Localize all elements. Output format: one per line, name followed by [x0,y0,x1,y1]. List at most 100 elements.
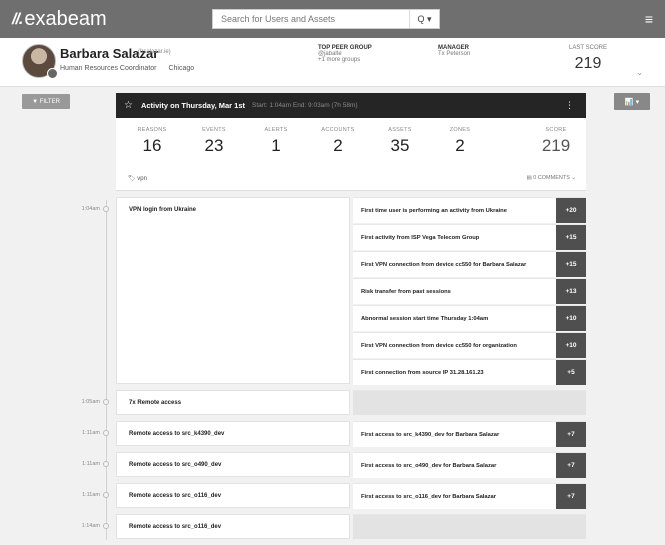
user-tag: (bsalazar.ie) [138,49,171,55]
user-subtitle: Human Resources Coordinator Chicago [60,65,194,72]
filter-button[interactable]: ▼ FILTER [22,94,70,109]
stat-score: SCORE 219 [524,127,588,156]
reason-text: First time user is performing an activit… [361,207,507,214]
reason-score-badge: +7 [556,422,586,447]
search-icon[interactable]: Q ▾ [409,10,439,28]
stat-value: 2 [333,136,343,155]
timeline-dot-icon [103,523,109,529]
more-options-icon[interactable]: ⋮ [565,100,574,111]
reason-text: Risk transfer from past sessions [361,288,451,295]
activity-stats: REASONS 16 EVENTS 23 ALERTS 1 ACCOUNTS 2 ASS… [116,118,586,191]
reason-score-badge: +10 [556,306,586,331]
top-bar: //. exabeam Search for Users and Assets … [0,0,665,38]
stat-label: EVENTS [202,127,226,133]
avatar-status-icon [47,68,58,79]
search-input[interactable]: Search for Users and Assets [213,14,409,24]
reason-item[interactable]: First access to src_o116_dev for Barbara… [353,483,586,509]
manager[interactable]: MANAGER Tx Peterson [438,45,470,57]
reason-item[interactable]: First time user is performing an activit… [353,197,586,223]
manager-value[interactable]: Tx Peterson [438,51,470,57]
chevron-down-icon[interactable]: ⌄ [636,68,643,77]
reason-item[interactable]: First access to src_o490_dev for Barbara… [353,452,586,478]
user-profile-header: Barbara Salazar (bsalazar.ie) Human Reso… [0,38,665,87]
event-card[interactable]: VPN login from Ukraine [116,197,350,384]
activity-meta: Start: 1:04am End: 9:03am (7h 58m) [252,102,358,109]
stat-label: SCORE [545,127,567,133]
stat-value: 1 [271,136,281,155]
event-time: 1:04am [81,206,100,212]
reason-text: First access to src_o116_dev for Barbara… [361,493,497,500]
reason-text: First connection from source IP 31.28.16… [361,369,484,376]
stat-alerts[interactable]: ALERTS 1 [244,127,308,156]
last-score: LAST SCORE 219 [566,45,610,73]
reason-item[interactable]: Abnormal session start time Thursday 1:0… [353,305,586,331]
timeline-dot-icon [103,461,109,467]
reason-item[interactable]: First access to src_k4390_dev for Barbar… [353,421,586,447]
stat-value: 2 [455,136,465,155]
event-time: 1:11am [82,461,100,467]
stat-assets[interactable]: ASSETS 35 [368,127,432,156]
stat-accounts[interactable]: ACCOUNTS 2 [306,127,370,156]
last-score-value: 219 [574,55,602,72]
event-time: 1:11am [82,430,100,436]
chart-view-button[interactable]: 📊 ▾ [614,93,650,110]
hamburger-menu-icon[interactable]: ≡ [645,12,653,26]
event-row: Remote access to src_o490_dev First acces… [116,452,586,479]
event-row: VPN login from Ukraine First time user is… [116,197,586,386]
reason-score-badge: +20 [556,198,586,223]
timeline-dot-icon [103,430,109,436]
logo-mark-icon: //. [12,10,23,28]
event-time: 1:11am [82,492,100,498]
event-card[interactable]: Remote access to src_o116_dev [116,514,350,539]
last-score-label: LAST SCORE [569,45,607,51]
reason-score-badge: +10 [556,333,586,358]
stat-zones[interactable]: ZONES 2 [428,127,492,156]
timeline-line [106,200,107,540]
event-card[interactable]: 7x Remote access [116,390,350,415]
reason-text: First access to src_k4390_dev for Barbar… [361,431,500,438]
reason-empty [353,390,586,415]
user-city: Chicago [168,65,195,72]
reason-item[interactable]: First VPN connection from device cc550 f… [353,251,586,277]
event-card[interactable]: Remote access to src_k4390_dev [116,421,350,446]
event-card[interactable]: Remote access to src_o490_dev [116,452,350,477]
stat-label: ACCOUNTS [321,127,355,133]
stat-value: 35 [390,136,410,155]
reason-text: First activity from ISP Vega Telecom Gro… [361,234,480,241]
timeline-dot-icon [103,399,109,405]
reason-item[interactable]: First activity from ISP Vega Telecom Gro… [353,224,586,250]
reason-item[interactable]: First connection from source IP 31.28.16… [353,359,586,385]
user-title: Human Resources Coordinator [60,65,157,72]
peer-group[interactable]: TOP PEER GROUP @jabalte +1 more groups [318,45,372,63]
peer-group-sub[interactable]: +1 more groups [318,57,372,63]
stat-reasons[interactable]: REASONS 16 [120,127,184,156]
stat-value: 219 [541,136,571,155]
vpn-tag[interactable]: 🏷 vpn [128,175,147,182]
event-card[interactable]: Remote access to src_o116_dev [116,483,350,508]
event-row: 7x Remote access [116,390,586,417]
reason-item[interactable]: First VPN connection from device cc550 f… [353,332,586,358]
reason-score-badge: +15 [556,225,586,250]
stat-label: REASONS [137,127,167,133]
tag-label: vpn [137,176,147,182]
star-icon[interactable]: ☆ [124,100,133,111]
reason-score-badge: +7 [556,453,586,478]
event-time: 1:05am [81,399,100,405]
exabeam-logo[interactable]: //. exabeam [12,8,107,31]
comments-toggle[interactable]: ▤ 0 COMMENTS ⌄ [526,175,576,181]
reason-item[interactable]: Risk transfer from past sessions +13 [353,278,586,304]
search-bar: Search for Users and Assets Q ▾ [212,9,440,29]
event-time: 1:14am [81,523,100,529]
reason-score-badge: +5 [556,360,586,385]
event-row: Remote access to src_o116_dev First acces… [116,483,586,510]
activity-title: Activity on Thursday, Mar 1st [140,101,246,110]
reason-text: First access to src_o490_dev for Barbara… [361,462,497,469]
reason-text: First VPN connection from device cc550 f… [361,261,527,268]
reason-score-badge: +13 [556,279,586,304]
reason-score-badge: +15 [556,252,586,277]
stat-events[interactable]: EVENTS 23 [182,127,246,156]
stat-label: ZONES [449,127,471,133]
reason-empty [353,514,586,539]
reason-text: Abnormal session start time Thursday 1:0… [361,315,489,322]
comments-label: 0 COMMENTS ⌄ [533,175,576,181]
